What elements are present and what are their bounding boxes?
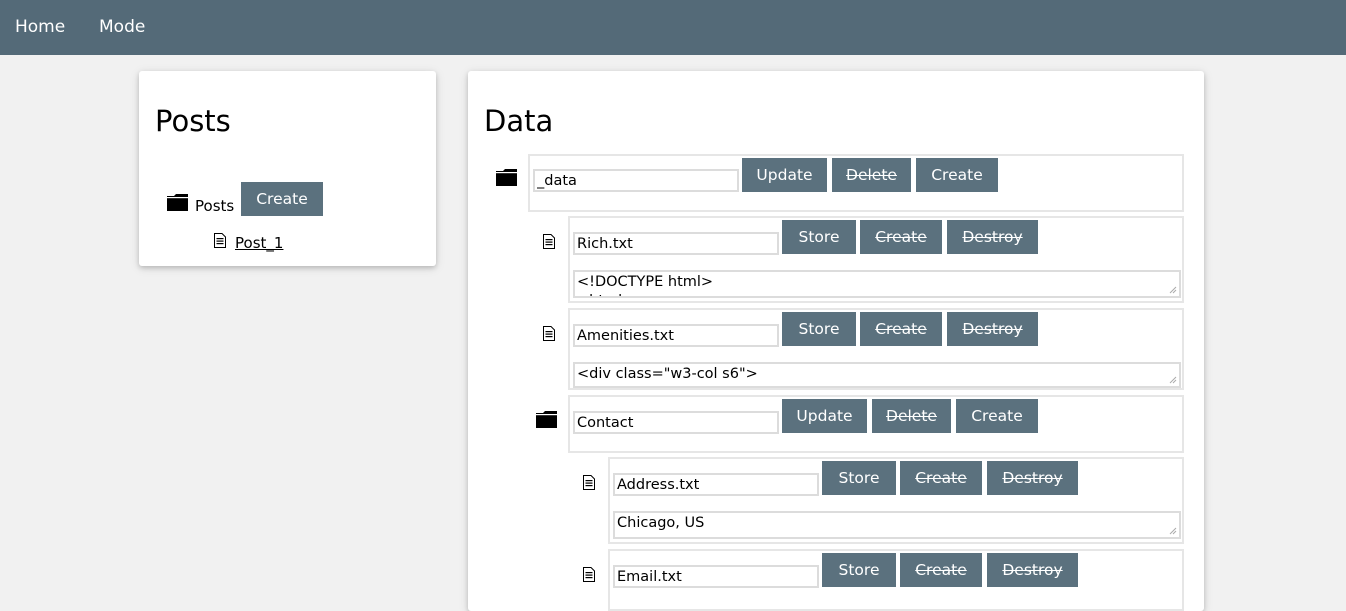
destroy-button[interactable]: Destroy	[947, 220, 1038, 254]
file-name-input[interactable]	[613, 473, 819, 496]
create-button[interactable]: Create	[916, 158, 998, 192]
folder-icon	[167, 194, 188, 211]
store-button[interactable]: Store	[822, 461, 896, 495]
file-name-input[interactable]	[573, 324, 779, 347]
file-content-textarea[interactable]: <div class="w3-col s6">	[573, 362, 1181, 388]
nav-mode-link[interactable]: Mode	[99, 17, 145, 37]
data-card: Data Update Delete Create Store Create D…	[468, 71, 1204, 611]
folder-row-data: Update Delete Create	[528, 154, 1184, 212]
store-button[interactable]: Store	[782, 220, 856, 254]
file-row-address: Store Create Destroy Chicago, US	[608, 457, 1184, 544]
folder-name-input[interactable]	[573, 411, 779, 434]
destroy-button[interactable]: Destroy	[987, 553, 1078, 587]
file-icon	[214, 233, 226, 248]
update-button[interactable]: Update	[742, 158, 827, 192]
create-button[interactable]: Create	[860, 220, 942, 254]
store-button[interactable]: Store	[782, 312, 856, 346]
create-button[interactable]: Create	[900, 553, 982, 587]
create-button[interactable]: Create	[860, 312, 942, 346]
file-icon	[543, 234, 555, 249]
posts-create-button[interactable]: Create	[241, 182, 323, 216]
store-button[interactable]: Store	[822, 553, 896, 587]
file-name-input[interactable]	[573, 232, 779, 255]
resize-grip-icon[interactable]	[1169, 286, 1177, 294]
destroy-button[interactable]: Destroy	[947, 312, 1038, 346]
file-name-input[interactable]	[613, 565, 819, 588]
file-content-textarea[interactable]: <!DOCTYPE html> <html>	[573, 270, 1181, 298]
posts-title: Posts	[155, 104, 231, 138]
create-button[interactable]: Create	[956, 399, 1038, 433]
post-link[interactable]: Post_1	[235, 234, 283, 252]
top-navbar: Home Mode	[0, 0, 1346, 55]
file-row-email: Store Create Destroy	[608, 549, 1184, 611]
folder-icon	[536, 411, 557, 428]
file-icon	[583, 567, 595, 582]
update-button[interactable]: Update	[782, 399, 867, 433]
data-title: Data	[484, 104, 554, 138]
nav-home-link[interactable]: Home	[15, 17, 65, 37]
file-row-amenities: Store Create Destroy <div class="w3-col …	[568, 308, 1184, 390]
resize-grip-icon[interactable]	[1169, 376, 1177, 384]
posts-card: Posts Posts Create Post_1	[139, 71, 436, 266]
posts-folder-label: Posts	[195, 197, 235, 215]
file-content-textarea[interactable]: Chicago, US	[613, 511, 1181, 539]
folder-row-contact: Update Delete Create	[568, 395, 1184, 453]
delete-button[interactable]: Delete	[872, 399, 951, 433]
file-icon	[543, 326, 555, 341]
folder-name-input[interactable]	[533, 169, 739, 192]
create-button[interactable]: Create	[900, 461, 982, 495]
resize-grip-icon[interactable]	[1169, 527, 1177, 535]
file-row-rich: Store Create Destroy <!DOCTYPE html> <ht…	[568, 216, 1184, 303]
folder-icon	[496, 169, 517, 186]
file-icon	[583, 475, 595, 490]
delete-button[interactable]: Delete	[832, 158, 911, 192]
destroy-button[interactable]: Destroy	[987, 461, 1078, 495]
